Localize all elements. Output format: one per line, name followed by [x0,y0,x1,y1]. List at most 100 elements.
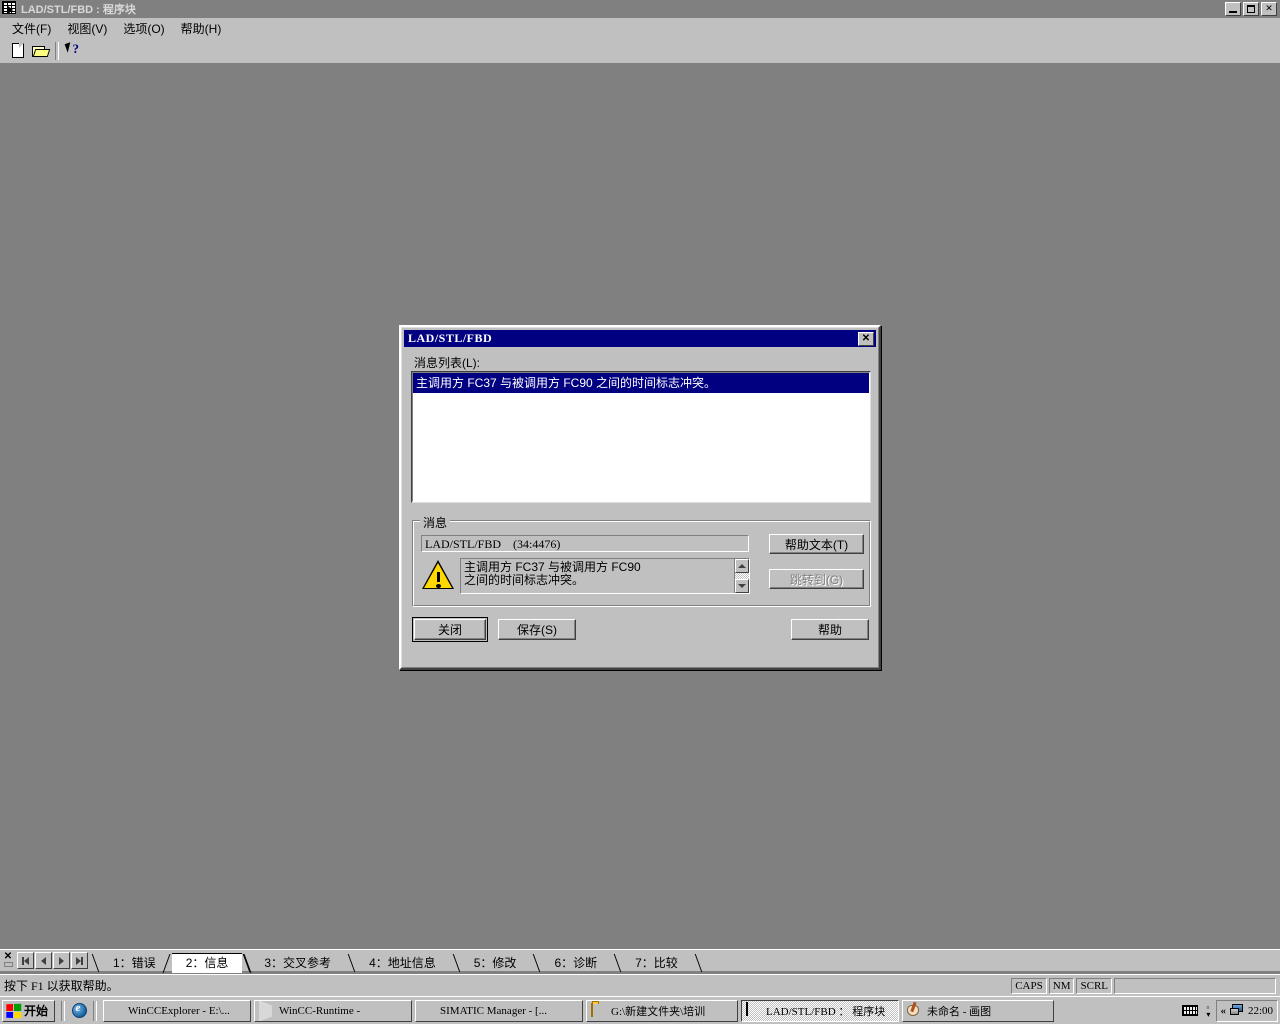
window-controls: ✕ [1225,2,1277,16]
toolbar-separator [55,41,59,60]
warning-icon [422,560,456,590]
new-document-icon [11,43,24,58]
task-label: G:\新建文件夹\培训 [611,1005,706,1018]
clock[interactable]: 22:00 [1248,1005,1273,1017]
simatic-icon [420,1003,436,1019]
tab-label: 7：比较 [635,955,678,970]
tab-info[interactable]: 2：信息 [171,952,243,973]
toolbar-new-button[interactable] [6,40,29,62]
message-code-field: LAD/STL/FBD (34:4476) [421,535,749,552]
toolbar: ? [0,38,1280,64]
tab-nav-buttons [17,952,89,969]
network-icon[interactable] [1229,1004,1244,1017]
message-detail-text: 主调用方 FC37 与被调用方 FC90 之间的时间标志冲突。 [464,560,641,587]
message-groupbox: 消息 LAD/STL/FBD (34:4476) 主调用方 FC37 与被调用方… [412,514,871,607]
menu-file[interactable]: 文件(F) [4,18,59,39]
maximize-button[interactable] [1243,2,1259,16]
close-dialog-button[interactable]: 关闭 [412,617,488,642]
task-label: WinCCExplorer - E:\... [128,1004,230,1017]
chevron-left-icon[interactable]: « [1220,1005,1226,1017]
status-num: NM [1048,977,1075,994]
close-icon: ✕ [861,332,871,344]
taskbutton-winccexplorer[interactable]: WinCCExplorer - E:\... [103,999,252,1022]
message-detail-scrollbar[interactable] [734,559,749,593]
context-help-icon: ? [64,41,82,59]
tab-compare[interactable]: 7：比较 [613,953,694,972]
task-buttons: WinCCExplorer - E:\... WinCC-Runtime - S… [103,999,1178,1022]
taskbar: 开始 WinCCExplorer - E:\... WinCC-Runtime … [0,996,1280,1024]
menu-options[interactable]: 选项(O) [115,18,172,39]
task-label: 未命名 - 画图 [927,1005,992,1018]
statusbar: 按下 F1 以获取帮助。 CAPS NM SCRL [0,974,1280,996]
chevron-down-icon [738,584,746,588]
desktop: LAD/STL/FBD : 程序块 ✕ 文件(F) 视图(V) 选项(O) 帮助… [0,0,1280,1024]
folder-icon [591,1002,607,1019]
lad-stl-fbd-dialog: LAD/STL/FBD ✕ 消息列表(L): 主调用方 FC37 与被调用方 F… [399,325,881,670]
window-title: LAD/STL/FBD : 程序块 [21,4,136,16]
menu-view[interactable]: 视图(V) [59,18,115,39]
close-pane-icon[interactable]: ✕ [2,951,14,971]
wincc-icon [108,1003,124,1019]
bottom-tabstrip: ✕ 1：错误 2：信息 3：交叉参考 4：地址信息 5：修改 6：诊断 7：比较 [0,949,1280,973]
goto-button: 跳转到(G) [769,569,864,589]
status-spare-pane [1114,977,1276,994]
taskbutton-wincc-runtime[interactable]: WinCC-Runtime - [254,999,413,1022]
taskbutton-simatic-manager[interactable]: SIMATIC Manager - [... [415,999,584,1022]
taskbutton-paint[interactable]: 未命名 - 画图 [902,999,1055,1022]
start-label: 开始 [24,1004,49,1018]
tab-list: 1：错误 2：信息 3：交叉参考 4：地址信息 5：修改 6：诊断 7：比较 [91,950,1280,973]
list-item[interactable]: 主调用方 FC37 与被调用方 FC90 之间的时间标志冲突。 [413,373,869,393]
tab-label: 5：修改 [473,955,517,970]
toolbar-open-button[interactable] [29,40,52,62]
tab-label: 6：诊断 [554,955,598,970]
quicklaunch-separator [61,1000,66,1021]
tab-address-info[interactable]: 4：地址信息 [347,953,452,972]
ladder-logic-icon [746,1001,762,1019]
tab-cross-reference[interactable]: 3：交叉参考 [242,953,347,972]
task-label: LAD/STL/FBD ： 程序块 [766,1005,886,1018]
updown-icon[interactable]: ▫ ▾ [1203,1003,1213,1019]
scroll-up-button[interactable] [735,559,749,573]
windows-flag-icon [6,1003,22,1018]
message-groupbox-title: 消息 [420,514,451,531]
taskbutton-lad-stl-fbd[interactable]: LAD/STL/FBD ： 程序块 [741,999,900,1022]
help-text-button[interactable]: 帮助文本(T) [769,534,864,554]
nav-previous-button[interactable] [35,952,52,969]
close-icon: ✕ [1265,3,1273,13]
internet-explorer-icon [71,1002,87,1018]
menu-help[interactable]: 帮助(H) [173,18,230,39]
dialog-close-button[interactable]: ✕ [858,331,874,346]
tasks-separator [93,1000,98,1021]
close-button[interactable]: ✕ [1261,2,1277,16]
wincc-runtime-icon [259,1000,275,1021]
ladder-logic-icon [2,1,18,17]
start-button[interactable]: 开始 [2,999,56,1022]
status-caps: CAPS [1011,977,1047,994]
toolbar-context-help-button[interactable]: ? [62,40,85,62]
nav-next-button[interactable] [53,952,70,969]
tab-label: 4：地址信息 [369,955,436,970]
minimize-button[interactable] [1225,2,1241,16]
taskbutton-explorer-folder[interactable]: G:\新建文件夹\培训 [586,999,739,1022]
message-list[interactable]: 主调用方 FC37 与被调用方 FC90 之间的时间标志冲突。 [412,372,870,502]
scroll-down-button[interactable] [735,579,749,593]
paint-icon [907,1001,923,1019]
quicklaunch-ie[interactable] [68,1000,90,1022]
open-folder-icon [32,44,51,58]
nav-last-button[interactable] [71,952,88,969]
save-button[interactable]: 保存(S) [498,619,576,640]
system-tray: « 22:00 [1216,999,1278,1022]
help-button[interactable]: 帮助 [791,619,869,640]
dialog-titlebar: LAD/STL/FBD ✕ [404,330,876,347]
tab-modify[interactable]: 5：修改 [452,953,533,972]
nav-first-button[interactable] [17,952,34,969]
tray-outer-icons: ▫ ▾ [1182,1003,1213,1019]
message-list-label: 消息列表(L): [414,356,481,370]
tab-label: 3：交叉参考 [264,955,332,970]
tab-errors[interactable]: 1：错误 [91,953,172,972]
status-hint: 按下 F1 以获取帮助。 [4,979,119,993]
window-titlebar: LAD/STL/FBD : 程序块 ✕ [0,0,1280,18]
keyboard-icon[interactable] [1182,1005,1199,1016]
tab-diagnostics[interactable]: 6：诊断 [532,953,613,972]
status-scroll: SCRL [1076,977,1112,994]
